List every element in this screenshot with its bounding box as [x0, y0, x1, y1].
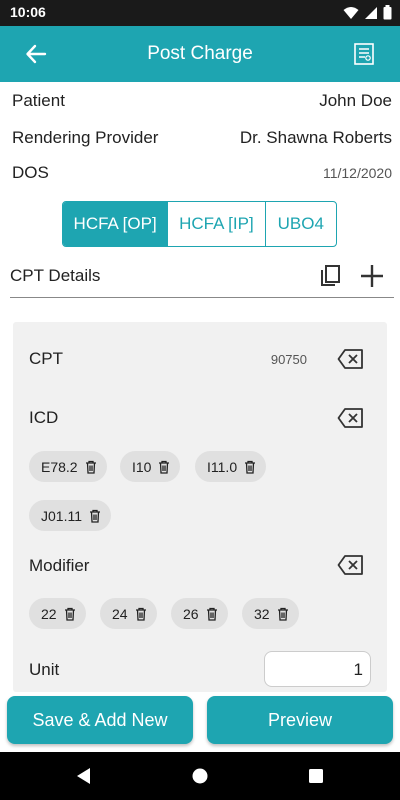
icd-chip: I11.0 [195, 451, 267, 482]
cpt-card: CPT 90750 ICD E78.2 I10 I11.0 J01.11 Mod… [13, 322, 387, 692]
trash-icon[interactable] [89, 509, 101, 523]
modifier-chip-label: 24 [112, 605, 128, 622]
cpt-clear-button[interactable] [337, 348, 365, 370]
dos-value: 11/12/2020 [322, 165, 392, 181]
home-circle-icon[interactable] [190, 766, 210, 786]
copy-button[interactable] [318, 263, 344, 289]
cpt-value[interactable]: 90750 [271, 352, 307, 367]
dos-row: DOS 11/12/2020 [12, 160, 392, 186]
modifier-chip: 24 [100, 598, 157, 629]
icd-label: ICD [29, 408, 59, 427]
tab-ubo4[interactable]: UBO4 [266, 202, 336, 246]
battery-icon [383, 5, 392, 20]
signal-icon [365, 6, 377, 19]
wifi-icon [343, 6, 359, 19]
backspace-icon [337, 349, 363, 369]
backspace-icon [337, 408, 363, 428]
modifier-chip-label: 32 [254, 605, 270, 622]
back-triangle-icon[interactable] [74, 766, 94, 786]
status-time: 10:06 [10, 4, 46, 20]
system-nav-bar [0, 752, 400, 800]
icd-chip: E78.2 [29, 451, 107, 482]
provider-label: Rendering Provider [12, 128, 159, 147]
icd-chip-label: E78.2 [41, 458, 78, 475]
cpt-details-header: CPT Details [10, 262, 394, 298]
copy-icon [321, 265, 340, 286]
tab-hcfa-op[interactable]: HCFA [OP] [63, 202, 169, 246]
preview-button[interactable]: Preview [207, 696, 393, 744]
unit-input[interactable]: 1 [264, 651, 371, 687]
form-type-tabs: HCFA [OP] HCFA [IP] UBO4 [62, 201, 337, 247]
trash-icon[interactable] [135, 607, 147, 621]
status-bar: 10:06 [0, 0, 400, 26]
status-icons [343, 5, 392, 20]
save-add-new-button[interactable]: Save & Add New [7, 696, 193, 744]
icd-chip: I10 [120, 451, 181, 482]
icd-chip-label: J01.11 [41, 507, 82, 524]
icd-clear-button[interactable] [337, 407, 365, 429]
patient-label: Patient [12, 91, 65, 110]
recents-square-icon[interactable] [306, 766, 326, 786]
trash-icon[interactable] [158, 460, 170, 474]
dos-label: DOS [12, 163, 49, 182]
receipt-button[interactable] [350, 40, 378, 68]
patient-row: Patient John Doe [12, 88, 392, 114]
backspace-icon [337, 555, 363, 575]
trash-icon[interactable] [277, 607, 289, 621]
modifier-clear-button[interactable] [337, 554, 365, 576]
provider-value: Dr. Shawna Roberts [239, 128, 392, 147]
tab-hcfa-ip[interactable]: HCFA [IP] [168, 202, 266, 246]
icd-chip: J01.11 [29, 500, 111, 531]
trash-icon[interactable] [206, 607, 218, 621]
patient-value: John Doe [319, 91, 392, 110]
icd-chip-label: I10 [132, 458, 152, 475]
icd-chip-label: I11.0 [207, 458, 238, 475]
cpt-details-title: CPT Details [10, 266, 101, 285]
provider-row: Rendering Provider Dr. Shawna Roberts [12, 125, 392, 151]
modifier-chip: 26 [171, 598, 228, 629]
modifier-chip-label: 22 [41, 605, 57, 622]
trash-icon[interactable] [244, 460, 256, 474]
modifier-label: Modifier [29, 556, 90, 575]
trash-icon[interactable] [85, 460, 97, 474]
modifier-chip-label: 26 [183, 605, 199, 622]
plus-icon [361, 265, 383, 287]
modifier-chip: 32 [242, 598, 299, 629]
receipt-icon [354, 43, 374, 65]
add-cpt-button[interactable] [358, 262, 386, 290]
page-title: Post Charge [147, 43, 253, 64]
app-bar: Post Charge [0, 26, 400, 82]
cpt-label: CPT [29, 349, 63, 368]
unit-label: Unit [29, 660, 60, 679]
trash-icon[interactable] [64, 607, 76, 621]
modifier-chip: 22 [29, 598, 86, 629]
